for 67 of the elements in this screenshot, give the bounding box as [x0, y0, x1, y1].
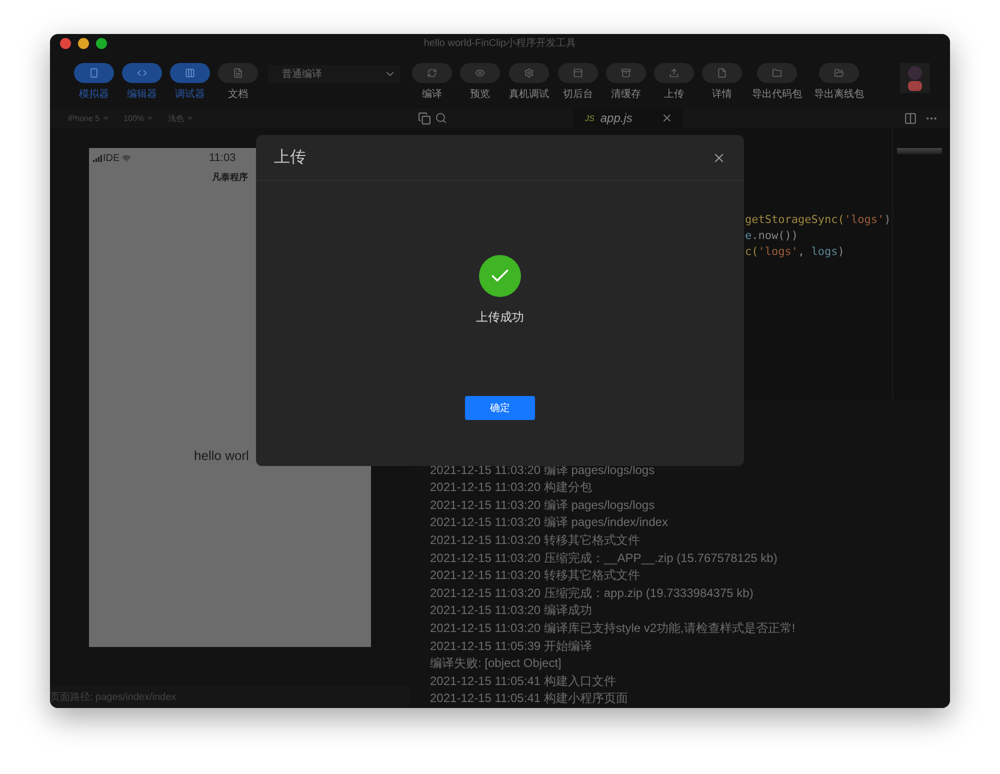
carrier-label: IDE [103, 152, 120, 164]
code-line: c('logs', logs) [745, 244, 846, 260]
toolbar-button[interactable]: 真机调试 [504, 63, 554, 101]
eye-icon [475, 68, 485, 78]
toolbar-button[interactable]: 导出代码包 [746, 63, 808, 101]
copy-icon[interactable] [418, 112, 431, 124]
refresh-icon [427, 68, 437, 78]
view-toggle-button[interactable]: 模拟器 [70, 63, 118, 101]
dialog-title: 上传 [274, 148, 306, 168]
view-toggle-button[interactable]: 调试器 [166, 63, 214, 101]
toolbar-button[interactable]: 导出离线包 [808, 63, 870, 101]
split-view-icon[interactable] [904, 112, 917, 124]
editor-tab[interactable]: JS app.js [573, 108, 683, 128]
log-line: 2021-12-15 11:05:39 开始编译 [430, 638, 593, 655]
caret-icon [102, 114, 110, 122]
folder-icon [772, 68, 782, 78]
file-icon [717, 68, 727, 78]
log-line: 2021-12-15 11:03:20 转移其它格式文件 [430, 567, 641, 584]
toolbar-button[interactable]: 切后台 [554, 63, 602, 101]
log-line: 2021-12-15 11:05:41 构建小程序页面 [430, 690, 629, 708]
code-line: getStorageSync('logs') [745, 212, 892, 228]
phone-icon [89, 68, 99, 78]
toolbar-button[interactable]: 详情 [698, 63, 746, 101]
view-toggle-button[interactable]: 编辑器 [118, 63, 166, 101]
log-line: 2021-12-15 11:03:20 转移其它格式文件 [430, 532, 641, 550]
settings-icon [524, 68, 534, 78]
log-line: 编译失败: [object Object] [430, 655, 562, 672]
log-line: 2021-12-15 11:03:20 编译 pages/index/index [430, 514, 669, 532]
success-message: 上传成功 [476, 309, 524, 326]
upload-icon [669, 68, 679, 78]
log-line: 2021-12-15 11:05:41 构建入口文件 [430, 672, 617, 690]
signal-icon [93, 154, 103, 162]
close-window-button[interactable] [60, 38, 71, 48]
wifi-icon [122, 154, 131, 162]
confirm-button[interactable]: 确定 [465, 396, 535, 420]
document-icon [233, 68, 243, 78]
avatar-icon [900, 63, 930, 93]
toolbar-button[interactable]: 编译 [408, 63, 456, 101]
code-icon [137, 68, 147, 78]
archive-icon [621, 68, 631, 78]
zoom-window-button[interactable] [96, 38, 107, 48]
page-title: 凡泰程序 [211, 171, 249, 184]
columns-icon [185, 68, 195, 78]
folder-icon [834, 68, 844, 78]
toolbar-button[interactable]: 预览 [456, 63, 504, 101]
log-line: 2021-12-15 11:03:20 编译库已支持style v2功能,请检查样式是否正常! [430, 620, 796, 638]
caret-icon [186, 114, 194, 122]
log-line: 2021-12-15 11:03:20 压缩完成：__APP__.zip (15.767578125 kb) [430, 550, 778, 567]
close-icon[interactable] [661, 112, 673, 124]
status-time: 11:03 [209, 152, 236, 164]
log-line: 2021-12-15 11:03:20 构建分包 [430, 479, 593, 496]
window-title: hello world-FinClip小程序开发工具 [422, 36, 578, 50]
view-toggle-button[interactable]: 文档 [214, 63, 262, 101]
minimap-drawing [897, 148, 942, 154]
compile-mode-dropdown[interactable]: 普通编译 [268, 65, 400, 83]
code-line: e.now()) [745, 228, 799, 244]
toolbar-button[interactable]: 清缓存 [602, 63, 650, 101]
toolbar-button[interactable]: 上传 [650, 63, 698, 101]
minimize-window-button[interactable] [78, 38, 89, 48]
success-check-icon [479, 255, 521, 297]
log-line: 2021-12-15 11:03:20 编译成功 [430, 602, 593, 620]
caret-icon [146, 114, 154, 122]
search-icon[interactable] [435, 112, 447, 124]
panel-icon [573, 68, 583, 78]
log-line: 2021-12-15 11:03:20 压缩完成：app.zip (19.7333984375 kb) [430, 584, 754, 602]
log-line: 2021-12-15 11:03:20 编译 pages/logs/logs [430, 496, 656, 514]
page-text: hello worl [194, 448, 250, 463]
